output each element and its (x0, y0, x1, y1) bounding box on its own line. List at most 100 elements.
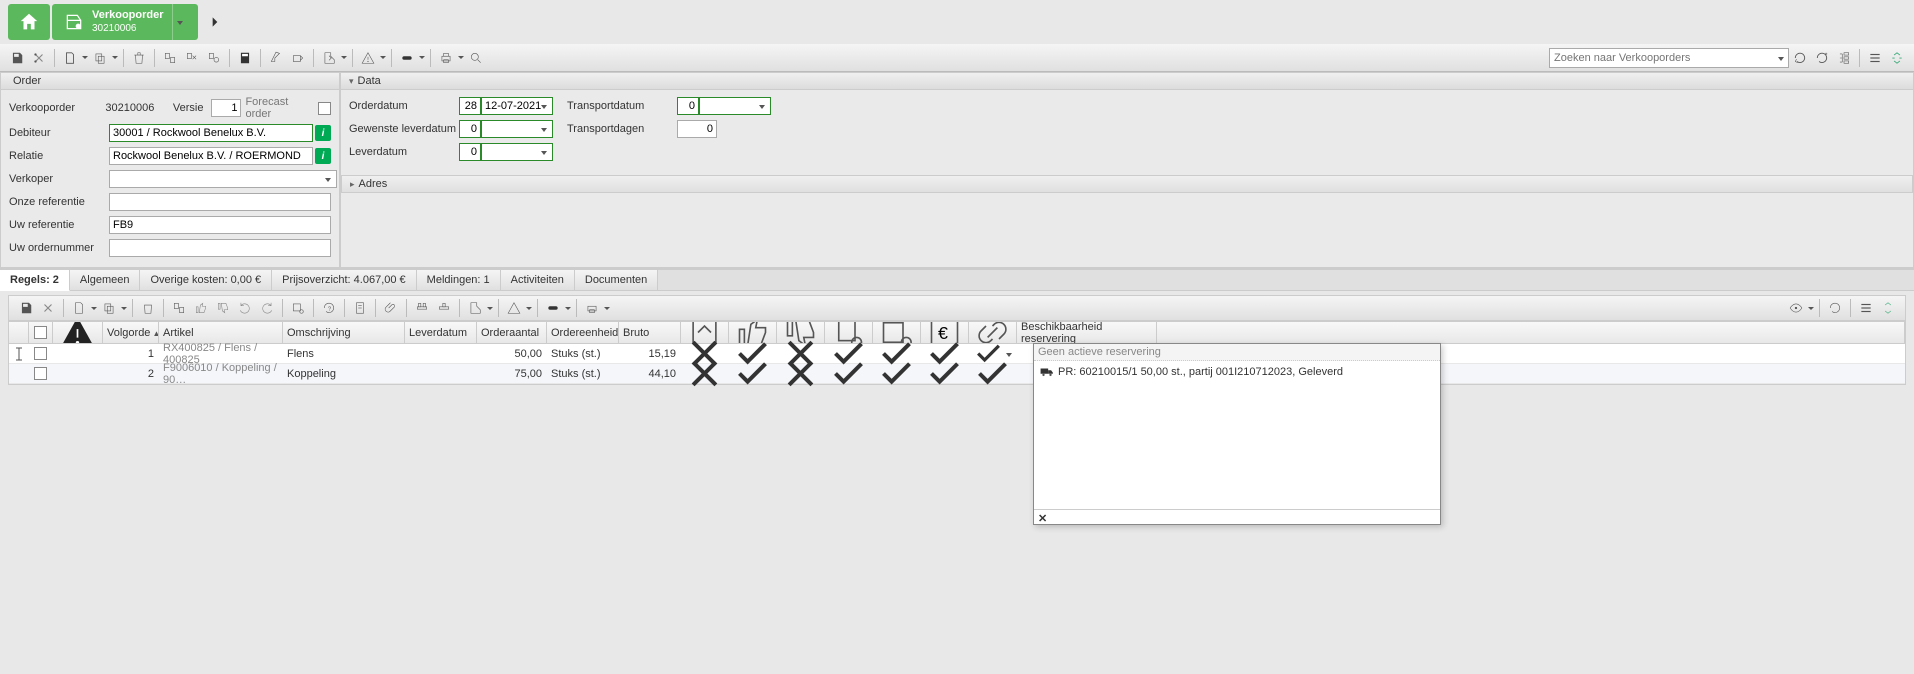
input-debiteur[interactable] (109, 124, 313, 142)
input-uwref[interactable] (109, 216, 331, 234)
grid-recycle-icon[interactable] (1878, 298, 1898, 318)
grid-copy-icon[interactable] (99, 298, 119, 318)
search-dropdown-icon[interactable] (1776, 52, 1784, 64)
grid-delete-icon[interactable] (138, 298, 158, 318)
grid-undo-icon[interactable] (235, 298, 255, 318)
grid-attach-icon[interactable] (381, 298, 401, 318)
input-orderwk[interactable] (459, 97, 481, 115)
tab-prijsoverzicht[interactable]: Prijsoverzicht: 4.067,00 € (272, 270, 417, 290)
checkbox-forecast[interactable] (318, 102, 331, 115)
row-checkbox[interactable] (29, 365, 53, 382)
toolbar-icon-5[interactable] (266, 48, 286, 68)
search-input[interactable] (1549, 48, 1789, 68)
grid-print-icon[interactable] (582, 298, 602, 318)
tree-icon[interactable] (1834, 48, 1854, 68)
grid-warning-dropdown[interactable] (525, 307, 533, 310)
new-doc-icon[interactable] (60, 48, 80, 68)
tab-overigekosten[interactable]: Overige kosten: 0,00 € (140, 270, 272, 290)
input-onzeref[interactable] (109, 193, 331, 211)
popup-row[interactable]: PR: 60210015/1 50,00 st., partij 001I210… (1038, 365, 1436, 379)
home-button[interactable] (8, 4, 50, 40)
export-dropdown[interactable] (340, 56, 348, 59)
input-lever-wk[interactable] (459, 143, 481, 161)
input-trans-wk[interactable] (677, 97, 699, 115)
header-ordereenheid[interactable]: Ordereenheid (547, 322, 619, 343)
warning-dropdown[interactable] (379, 56, 387, 59)
grid-export-icon[interactable] (465, 298, 485, 318)
tag-dropdown[interactable] (418, 56, 426, 59)
refresh-forward-icon[interactable] (1790, 48, 1810, 68)
verkoper-dropdown-icon[interactable] (323, 173, 331, 185)
print-icon[interactable] (436, 48, 456, 68)
grid-export-dropdown[interactable] (486, 307, 494, 310)
print-dropdown[interactable] (457, 56, 465, 59)
header-checkbox[interactable] (29, 322, 53, 343)
header-index[interactable] (9, 322, 29, 343)
grid-datesearch-icon[interactable] (288, 298, 308, 318)
recycle-icon[interactable] (1887, 48, 1907, 68)
tab-meldingen[interactable]: Meldingen: 1 (417, 270, 501, 290)
toolbar-icon-4[interactable] (235, 48, 255, 68)
grid-copydoc-icon[interactable] (169, 298, 189, 318)
header-leverdatum[interactable]: Leverdatum (405, 322, 477, 343)
grid-cut-icon[interactable] (38, 298, 58, 318)
table-row[interactable]: 2F9006010 / Koppeling / 90…Koppeling75,0… (9, 364, 1905, 384)
grid-menu-icon[interactable] (1856, 298, 1876, 318)
breadcrumb-dropdown[interactable] (172, 4, 186, 40)
toolbar-icon-6[interactable] (288, 48, 308, 68)
search-field[interactable] (1554, 52, 1776, 64)
copy-icon[interactable] (90, 48, 110, 68)
grid-eye-dropdown[interactable] (1807, 307, 1815, 310)
panel-order-header[interactable]: Order (1, 73, 339, 90)
cell-link-icon[interactable] (969, 352, 1017, 395)
refresh-add-icon[interactable] (1812, 48, 1832, 68)
menu-icon[interactable] (1865, 48, 1885, 68)
toolbar-icon-1[interactable] (160, 48, 180, 68)
grid-tag-dropdown[interactable] (564, 307, 572, 310)
tab-regels[interactable]: Regels: 2 (0, 270, 70, 291)
input-relatie[interactable] (109, 147, 313, 165)
grid-doc-icon[interactable] (350, 298, 370, 318)
panel-data-header[interactable]: Data (341, 73, 1913, 90)
input-versie[interactable] (211, 99, 241, 117)
header-orderaantal[interactable]: Orderaantal (477, 322, 547, 343)
popup-close-button[interactable]: ✕ (1034, 509, 1440, 527)
grid-new-icon[interactable] (69, 298, 89, 318)
grid-shelf-icon[interactable] (412, 298, 432, 318)
tab-documenten[interactable]: Documenten (575, 270, 658, 290)
orderdate-dropdown-icon[interactable] (539, 100, 547, 112)
grid-redo-icon[interactable] (257, 298, 277, 318)
grid-shelf2-icon[interactable] (434, 298, 454, 318)
gewenste-dropdown-icon[interactable] (539, 123, 547, 135)
header-warning-icon[interactable] (53, 322, 103, 343)
breadcrumb-verkooporder[interactable]: Verkooporder 30210006 (52, 4, 198, 40)
header-beschikbaarheid[interactable]: Beschikbaarheid reservering (1017, 322, 1157, 343)
warning-icon[interactable] (358, 48, 378, 68)
grid-refresh-icon[interactable] (1825, 298, 1845, 318)
grid-print-dropdown[interactable] (603, 307, 611, 310)
new-doc-dropdown[interactable] (81, 56, 89, 59)
grid-thumbup-icon[interactable] (191, 298, 211, 318)
header-bruto[interactable]: Bruto (619, 322, 681, 343)
input-gewenste-wk[interactable] (459, 120, 481, 138)
info-relatie-icon[interactable] (315, 148, 331, 164)
info-debiteur-icon[interactable] (315, 125, 331, 141)
save-icon[interactable] (7, 48, 27, 68)
toolbar-icon-3[interactable] (204, 48, 224, 68)
delete-icon[interactable] (129, 48, 149, 68)
copy-dropdown[interactable] (111, 56, 119, 59)
tab-activiteiten[interactable]: Activiteiten (501, 270, 575, 290)
grid-copy-dropdown[interactable] (120, 307, 128, 310)
tag-icon[interactable] (397, 48, 417, 68)
grid-reload-icon[interactable]: ? (319, 298, 339, 318)
tab-algemeen[interactable]: Algemeen (70, 270, 141, 290)
grid-tag-icon[interactable] (543, 298, 563, 318)
cut-icon[interactable] (29, 48, 49, 68)
grid-warning-icon[interactable] (504, 298, 524, 318)
grid-new-dropdown[interactable] (90, 307, 98, 310)
input-transdagen[interactable] (677, 120, 717, 138)
grid-thumbdown-icon[interactable] (213, 298, 233, 318)
grid-save-icon[interactable] (16, 298, 36, 318)
search-icon[interactable] (466, 48, 486, 68)
toolbar-icon-2[interactable] (182, 48, 202, 68)
